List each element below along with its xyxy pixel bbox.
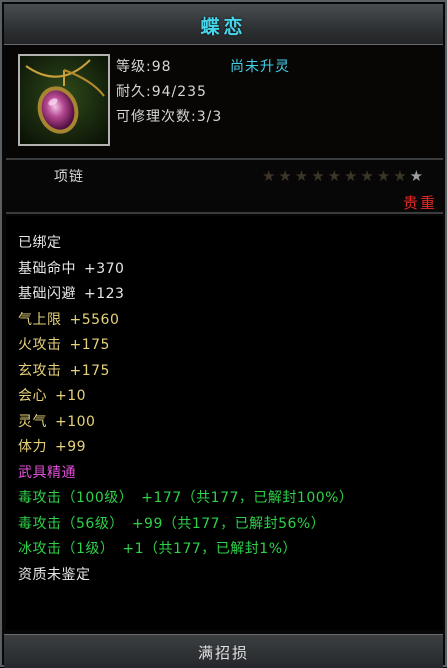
attribute-list: 已绑定基础命中 +370 基础闪避 +123 气上限 +5560 火攻击 +175 玄攻击 +17… [6, 216, 443, 630]
attribute-name: 火攻击 [18, 337, 62, 353]
item-tooltip: 蝶恋 等级:98 尚未升灵 耐久:94/235 可修理次数:3/3 项链 ★ ★… [0, 0, 447, 668]
attribute-value: +100 [55, 413, 96, 430]
attribute-name: 基础命中 [18, 260, 76, 277]
attribute-value: +175 [69, 337, 110, 353]
attribute-row: 体力 +99 [18, 436, 86, 456]
attribute-name: 玄攻击 [18, 362, 62, 379]
attribute-row: 毒攻击（100级） +177（共177，已解封100%） [18, 487, 353, 507]
attribute-row: 基础命中 +370 [18, 258, 124, 278]
star-icon: ★ [294, 167, 309, 185]
attribute-value: +370 [84, 260, 125, 277]
attribute-name: 气上限 [18, 311, 62, 328]
attribute-row: 灵气 +100 [18, 411, 95, 431]
item-type: 项链 [54, 169, 84, 185]
divider [6, 212, 443, 214]
star-rating: ★ ★ ★ ★ ★ ★ ★ ★ ★ ★ [262, 168, 426, 184]
star-icon: ★ [360, 167, 374, 185]
rarity-label: 贵重 [402, 194, 437, 212]
star-icon: ★ [393, 167, 407, 185]
star-icon: ★ [278, 167, 292, 185]
item-name: 蝶恋 [200, 16, 247, 38]
attribute-name: 武具精通 [18, 464, 76, 481]
item-header: 等级:98 尚未升灵 耐久:94/235 可修理次数:3/3 [6, 46, 443, 158]
attribute-name: 体力 [18, 439, 47, 455]
attribute-value: +10 [55, 388, 87, 404]
attribute-name: 冰攻击（1级） [18, 541, 115, 557]
attribute-value: +5560 [69, 311, 120, 328]
star-icon: ★ [376, 167, 391, 185]
attribute-value: +1（共177，已解封1%） [122, 541, 297, 557]
attribute-value: +99 [55, 439, 87, 455]
attribute-row: 气上限 +5560 [18, 309, 119, 329]
attribute-row: 武具精通 [18, 462, 84, 482]
level-value: 等级:98 [116, 59, 172, 75]
star-icon: ★ [344, 167, 358, 185]
title-bar: 蝶恋 [4, 4, 443, 45]
attribute-value: +177（共177，已解封100%） [141, 490, 354, 506]
attribute-name: 毒攻击（56级） [18, 515, 124, 532]
footer-label: 满招损 [197, 644, 249, 662]
footer-bar: 满招损 [4, 634, 443, 668]
attribute-row: 毒攻击（56级） +99（共177，已解封56%） [18, 513, 325, 533]
star-icon: ★ [311, 167, 325, 185]
attribute-value: +99（共177，已解封56%） [131, 515, 326, 532]
attribute-row: 会心 +10 [18, 385, 86, 405]
soul-status: 尚未升灵 [230, 59, 290, 75]
attribute-name: 已绑定 [18, 235, 62, 251]
star-icon: ★ [327, 167, 342, 185]
attribute-name: 毒攻击（100级） [18, 490, 134, 506]
attribute-row: 已绑定 [18, 232, 70, 252]
attribute-name: 资质未鉴定 [18, 566, 91, 583]
attribute-row: 基础闪避 +123 [18, 283, 124, 303]
repair-count-value: 可修理次数:3/3 [116, 109, 223, 125]
attribute-row: 玄攻击 +175 [18, 360, 110, 380]
attribute-row: 资质未鉴定 [18, 564, 99, 584]
durability-value: 耐久:94/235 [116, 84, 207, 100]
attribute-row: 火攻击 +175 [18, 334, 110, 354]
attribute-name: 灵气 [18, 413, 47, 430]
star-icon: ★ [409, 167, 424, 185]
star-icon: ★ [262, 167, 276, 185]
attribute-name: 会心 [18, 388, 47, 404]
attribute-value: +123 [84, 286, 125, 302]
attribute-name: 基础闪避 [18, 286, 76, 302]
attribute-row: 冰攻击（1级） +1（共177，已解封1%） [18, 538, 297, 558]
pendant-amethyst-icon [20, 56, 108, 144]
attribute-value: +175 [69, 362, 110, 379]
item-type-row: 项链 ★ ★ ★ ★ ★ ★ ★ ★ ★ ★ 贵重 [6, 160, 443, 212]
item-icon-frame[interactable] [18, 54, 110, 146]
